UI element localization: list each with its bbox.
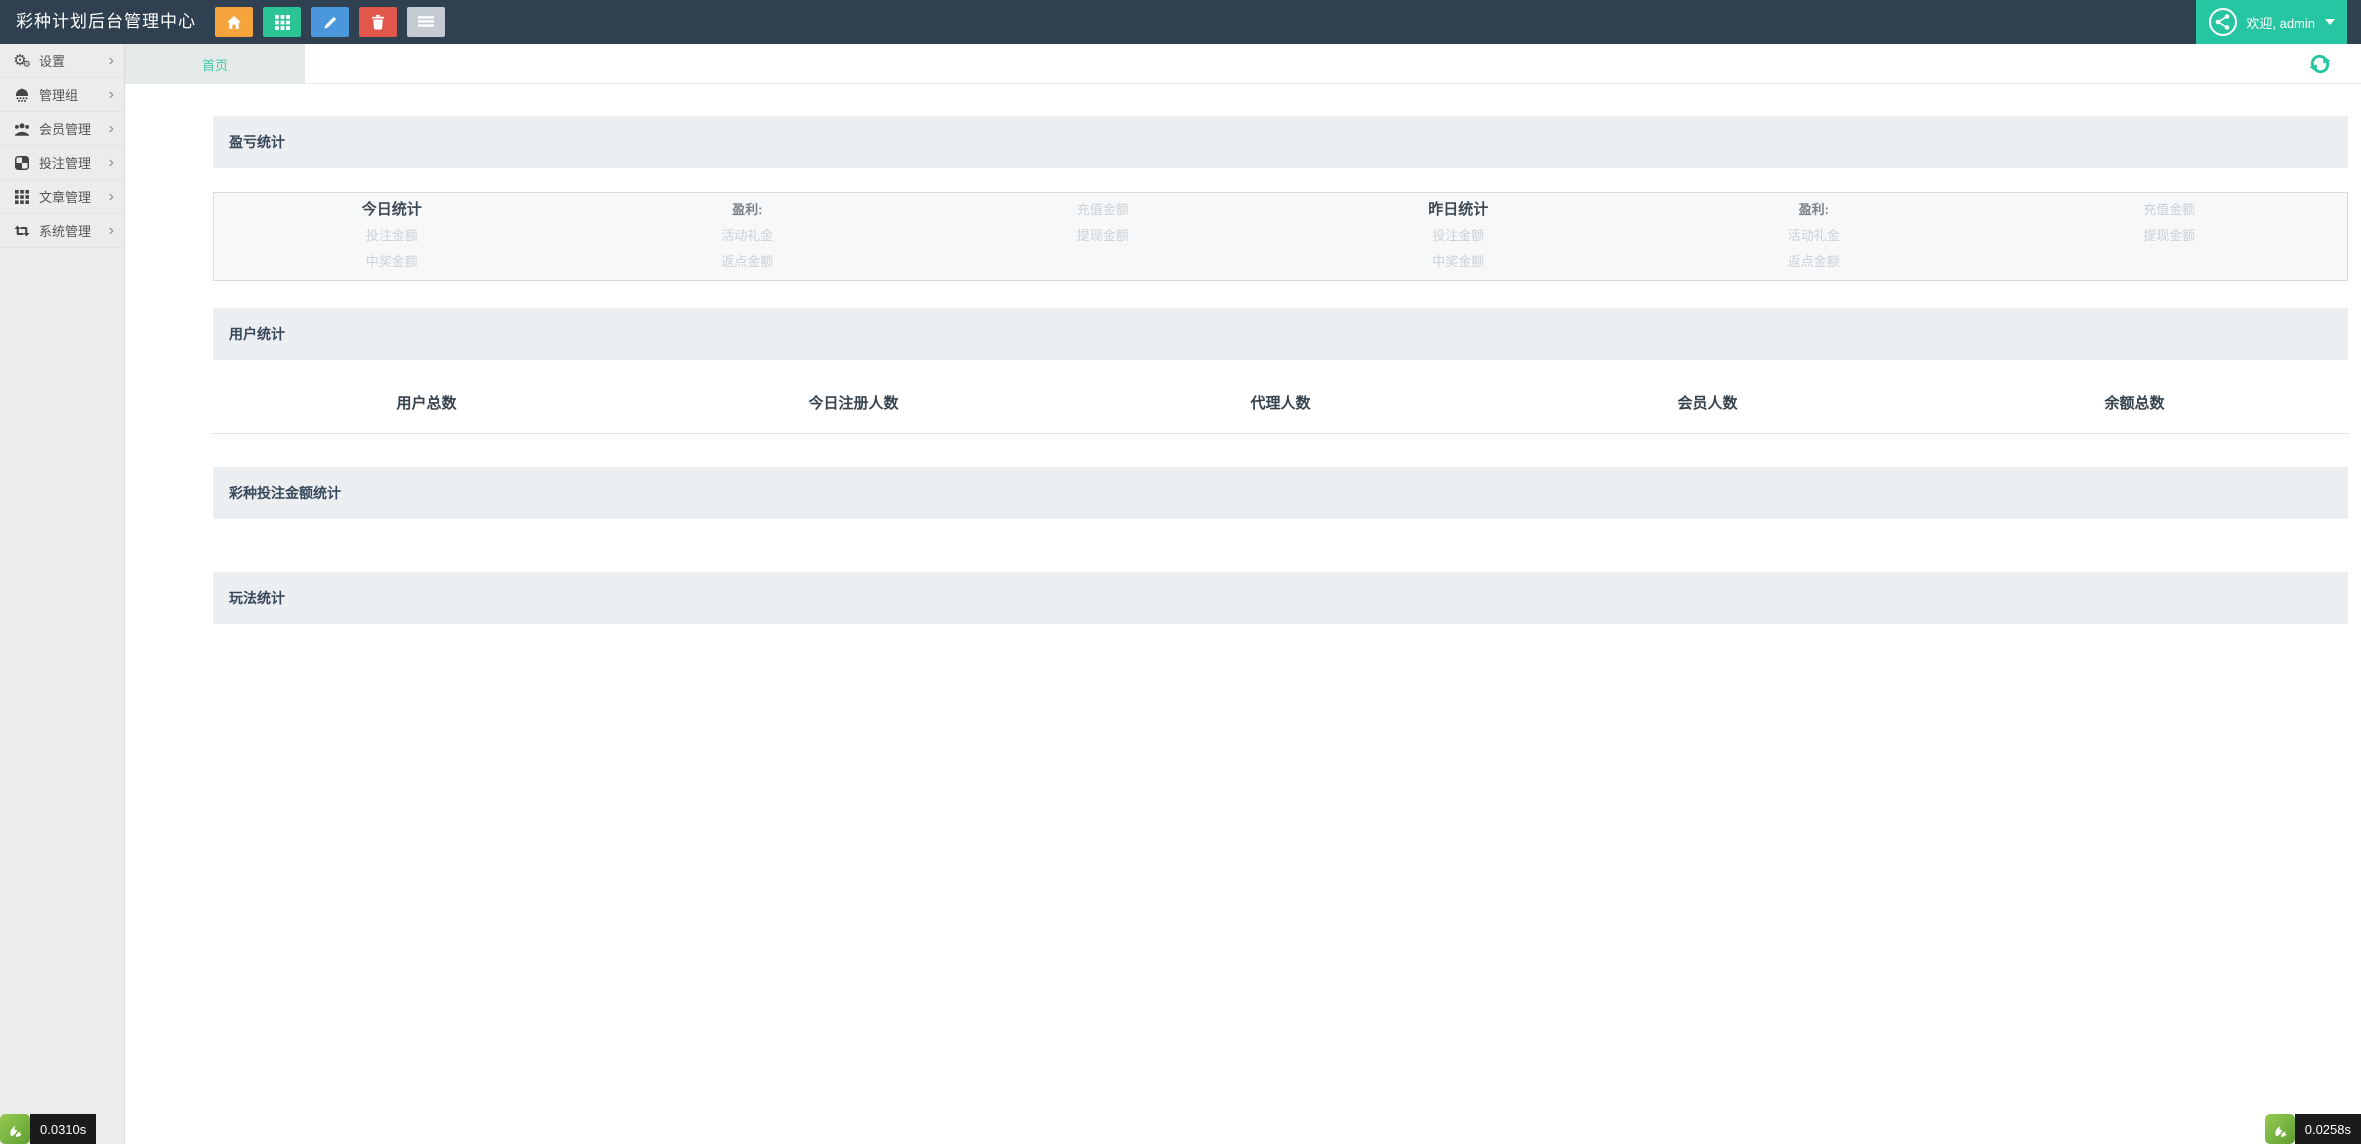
delete-button[interactable] [359,7,397,37]
chevron-right-icon: › [108,187,114,205]
stat-label: 中奖金额 [1432,254,1485,269]
stat-label: 盈利: [732,202,763,217]
refresh-button[interactable] [2309,52,2333,76]
home-button[interactable] [215,7,253,37]
app-title: 彩种计划后台管理中心 [16,12,196,31]
sidebar-item-label: 管理组 [39,88,79,103]
stat-label-empty [925,249,1281,275]
sidebar-item-admin-group[interactable]: 管理组 › [0,78,124,112]
user-stat-members: 会员人数 [1677,395,1738,412]
panel-title: 玩法统计 [229,590,285,606]
sidebar-item-articles[interactable]: 文章管理 › [0,180,124,214]
grid-button[interactable] [263,7,301,37]
user-menu[interactable]: 欢迎, admin [2196,0,2347,44]
chevron-right-icon: › [108,153,114,171]
home-icon [226,15,242,30]
sidebar-item-betting[interactable]: 投注管理 › [0,146,124,180]
list-icon [418,15,434,29]
admin-dashboard: 彩种计划后台管理中心 欢迎, admin ⚙ ⚙ 设置 › 管理组 › 会员管理… [0,0,2361,1144]
trace-badge-left: 0.0310s [0,1114,97,1144]
tab-bar: 首页 [125,44,2361,84]
thinkphp-flame-icon[interactable] [0,1114,30,1144]
sidebar-item-settings[interactable]: ⚙ ⚙ 设置 › [0,44,124,78]
stat-label: 盈利: [1798,202,1829,217]
trace-badge-right: 0.0258s [2264,1114,2361,1144]
stat-label-empty [1992,249,2348,275]
profit-col-yesterday-profit: 盈利: 活动礼金 返点金额 [1636,197,1992,276]
user-stat-total: 用户总数 [396,395,457,412]
chevron-right-icon: › [108,51,114,69]
stat-label: 充值金额 [1076,202,1129,217]
stat-label: 昨日统计 [1428,201,1489,218]
panel-title: 彩种投注金额统计 [229,485,341,501]
panel-title: 盈亏统计 [229,134,285,150]
checkerboard-icon [12,155,32,170]
chevron-right-icon: › [108,221,114,239]
user-stat-balance: 余额总数 [2104,395,2165,412]
trace-time: 0.0310s [30,1114,97,1144]
stat-label: 中奖金额 [365,254,418,269]
edit-button[interactable] [311,7,349,37]
header-toolbar [215,7,445,37]
stat-label: 投注金额 [1432,228,1485,243]
profit-stats-box: 今日统计 投注金额 中奖金额 盈利: 活动礼金 返点金额 充值金额 提现金额 昨… [213,192,2348,281]
sync-arrows-icon [12,224,32,238]
profit-col-today: 今日统计 投注金额 中奖金额 [214,197,570,276]
user-stat-agents: 代理人数 [1250,395,1311,412]
sidebar-item-label: 系统管理 [39,224,92,239]
profit-col-today-profit: 盈利: 活动礼金 返点金额 [570,197,926,276]
thinkphp-flame-icon[interactable] [2264,1114,2295,1144]
trash-icon [371,14,385,30]
cogs-icon: ⚙ ⚙ [13,52,31,69]
panel-profit-header: 盈亏统计 [213,116,2348,168]
sidebar-item-system[interactable]: 系统管理 › [0,214,124,248]
stat-label: 投注金额 [365,228,418,243]
stat-label: 活动礼金 [721,228,774,243]
stat-label: 返点金额 [1787,254,1840,269]
trace-time: 0.0258s [2294,1114,2361,1144]
tab-home[interactable]: 首页 [125,44,305,84]
user-stat-registered-today: 今日注册人数 [808,395,899,412]
stat-label: 返点金额 [721,254,774,269]
sidebar-item-label: 设置 [39,54,66,69]
sidebar: ⚙ ⚙ 设置 › 管理组 › 会员管理 › 投注管理 › 文章管理 › 系统管理… [0,44,125,1144]
stat-label: 提现金额 [1076,228,1129,243]
welcome-text: 欢迎, admin [2246,15,2315,31]
sidebar-item-members[interactable]: 会员管理 › [0,112,124,146]
panel-lottery-amount-header: 彩种投注金额统计 [213,467,2348,519]
refresh-icon [2309,53,2333,75]
grid-icon [274,14,290,30]
chevron-right-icon: › [108,85,114,103]
avatar-network-icon [2208,7,2238,37]
grid-th-icon [12,189,32,204]
stat-label: 充值金额 [2143,202,2196,217]
stat-label: 今日统计 [361,201,422,218]
chevron-right-icon: › [108,119,114,137]
group-dome-icon [12,88,32,102]
sidebar-item-label: 会员管理 [39,122,92,137]
user-stats-row: 用户总数 今日注册人数 代理人数 会员人数 余额总数 [213,372,2348,434]
users-icon [12,122,32,136]
stat-label: 活动礼金 [1787,228,1840,243]
panel-title: 用户统计 [229,326,285,342]
list-button[interactable] [407,7,445,37]
caret-down-icon [2325,19,2335,25]
profit-col-yesterday-amounts: 充值金额 提现金额 [1992,197,2348,276]
app-header: 彩种计划后台管理中心 欢迎, admin [0,0,2361,44]
sidebar-item-label: 文章管理 [39,190,92,205]
panel-users-header: 用户统计 [213,308,2348,360]
pencil-icon [323,15,338,30]
sidebar-item-label: 投注管理 [39,156,92,171]
panel-play-header: 玩法统计 [213,572,2348,624]
profit-col-yesterday: 昨日统计 投注金额 中奖金额 [1281,197,1637,276]
stat-label: 提现金额 [2143,228,2196,243]
profit-col-today-amounts: 充值金额 提现金额 [925,197,1281,276]
